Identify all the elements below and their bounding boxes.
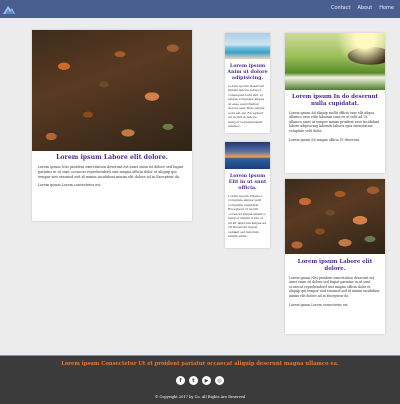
- card-title: Lorem ipsum Labore elit dolore.: [56, 154, 168, 161]
- card-beach[interactable]: Lorem ipsum Anim ut dolore adipisicing. …: [225, 33, 270, 133]
- leaves-image: [285, 179, 385, 254]
- card-body: Lorem ipsum Nisi proident exercitation d…: [38, 164, 184, 179]
- card-meta: Lorem ipsum Lorem consectetur est.: [38, 182, 102, 187]
- social-links: f t ▶ ◎: [176, 376, 224, 385]
- footer: Lorem ipsum Consectetur Ut et proident p…: [0, 355, 400, 404]
- youtube-icon[interactable]: ▶: [202, 376, 211, 385]
- card-body: Lorem ipsum Deserunt minim labore tempor…: [228, 83, 265, 129]
- footer-tagline: Lorem ipsum Consectetur Ut et proident p…: [61, 361, 339, 367]
- meadow-image: [285, 33, 385, 90]
- instagram-icon[interactable]: ◎: [215, 376, 224, 385]
- twitter-icon[interactable]: t: [189, 376, 198, 385]
- card-body: Lorem ipsum Nisi proident exercitation d…: [289, 275, 380, 299]
- nav-link-home[interactable]: Home: [379, 5, 394, 11]
- beach-image: [225, 33, 270, 59]
- facebook-icon[interactable]: f: [176, 376, 185, 385]
- card-title: Lorem ipsum Labore elit dolore.: [297, 259, 373, 272]
- leaves-image: [32, 30, 192, 151]
- mountain-logo-icon[interactable]: [3, 3, 15, 14]
- sunset-image: [225, 142, 270, 169]
- card-body: Lorem ipsum Ad aliquip mollit officia es…: [289, 110, 380, 134]
- card-leaves-main[interactable]: Lorem ipsum Labore elit dolore. Lorem ip…: [32, 30, 192, 221]
- card-body: Lorem ipsum Ullamco voluptate aliqua vel…: [228, 193, 267, 239]
- card-meadow[interactable]: Lorem ipsum In do deserunt nulla cupidat…: [285, 33, 385, 173]
- copyright: © Copyright 2017 by Co. All Rights Are R…: [154, 395, 246, 399]
- card-meta: Lorem ipsum Sit magna officia Ut deserun…: [289, 137, 360, 142]
- nav-link-contact[interactable]: Contact: [331, 5, 350, 11]
- nav-link-about[interactable]: About: [357, 5, 372, 11]
- card-title: Lorem ipsum In do deserunt nulla cupidat…: [292, 94, 378, 107]
- card-title: Lorem ipsum Anim ut dolore adipisicing.: [227, 63, 268, 81]
- card-meta: Lorem ipsum Lorem consectetur est.: [289, 302, 349, 307]
- card-leaves-second[interactable]: Lorem ipsum Labore elit dolore. Lorem ip…: [285, 179, 385, 334]
- card-title: Lorem ipsum Elit in ut sunt officia.: [228, 173, 267, 191]
- navbar: Contact About Home: [0, 0, 400, 18]
- nav-links: Contact About Home: [331, 5, 394, 11]
- card-sunset[interactable]: Lorem ipsum Elit in ut sunt officia. Lor…: [225, 142, 270, 248]
